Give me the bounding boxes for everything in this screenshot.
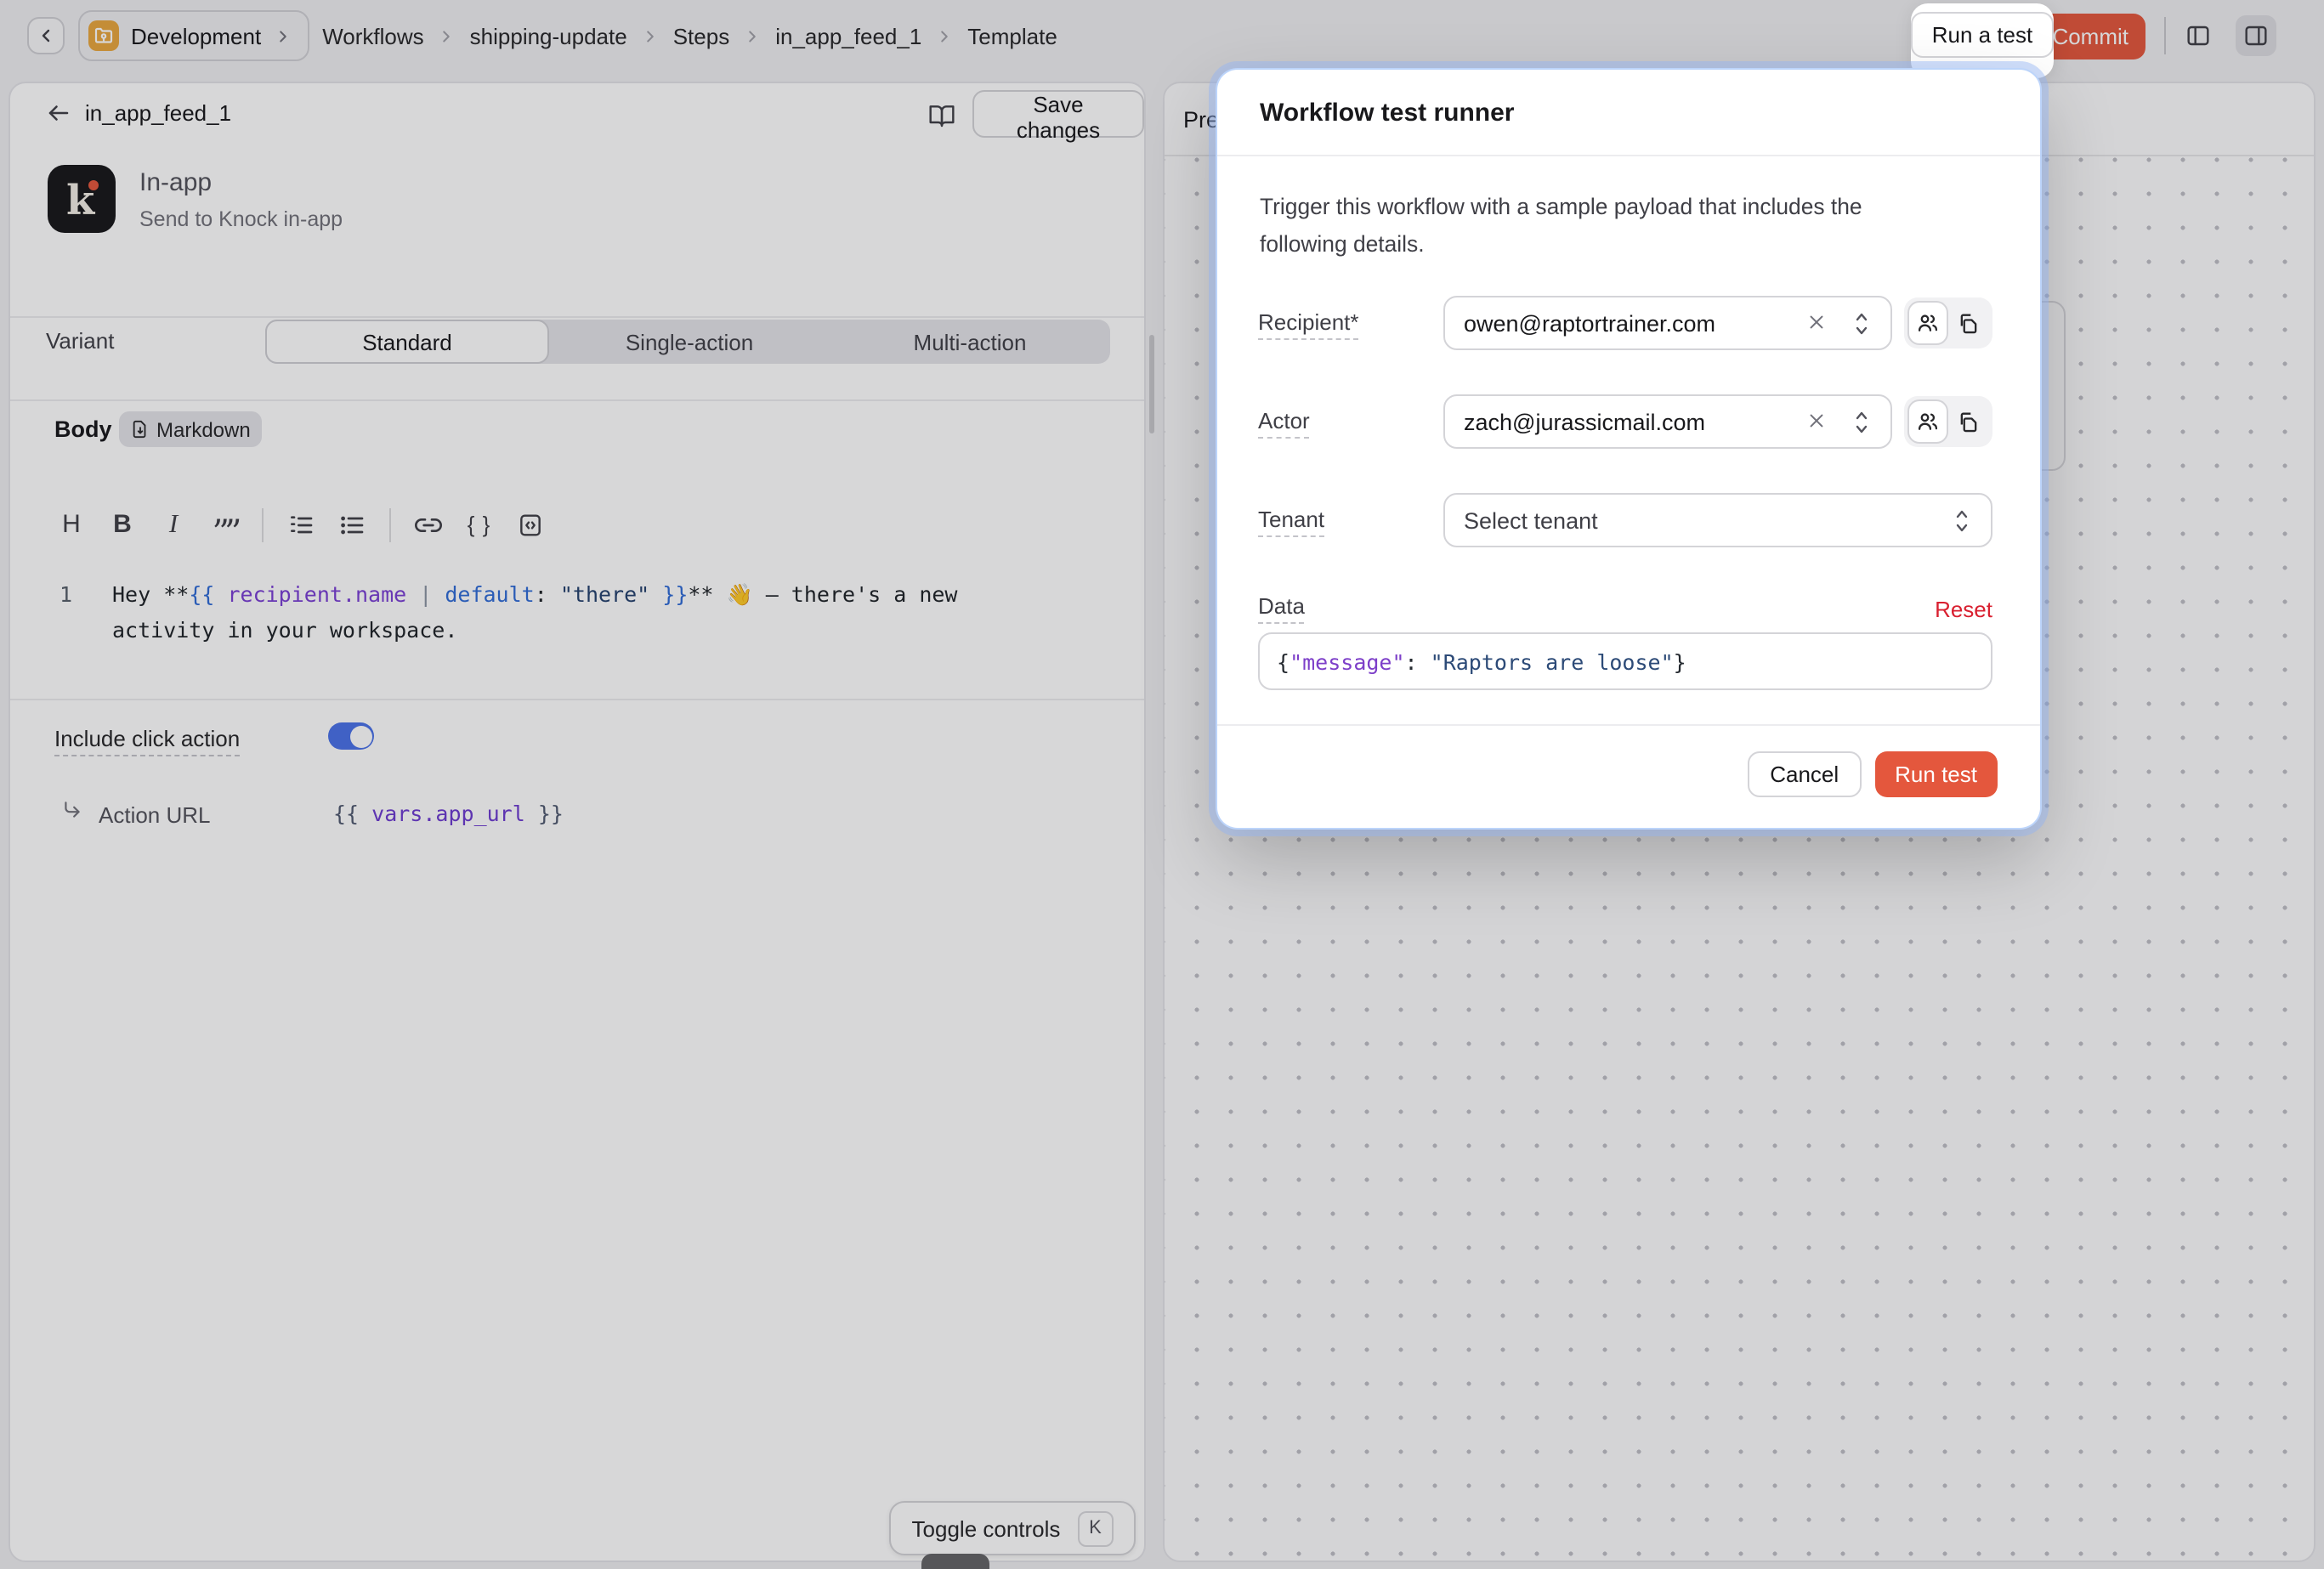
tenant-placeholder: Select tenant: [1464, 508, 1598, 534]
run-test-label: Run test: [1895, 762, 1977, 787]
recipient-row: Recipient* owen@raptortrainer.com: [1258, 296, 1992, 350]
copy-icon: [1957, 410, 1981, 433]
run-a-test-highlight: Run a test: [1911, 3, 2054, 78]
reset-link[interactable]: Reset: [1935, 597, 1992, 622]
modal-footer: Cancel Run test: [1748, 751, 1998, 797]
data-label: Data: [1258, 593, 1305, 624]
modal-title: Workflow test runner: [1260, 99, 1515, 127]
copy-icon: [1957, 311, 1981, 335]
modal-footer-divider: [1217, 724, 2040, 726]
recipient-mode-group: [1904, 297, 1992, 348]
clear-icon[interactable]: [1807, 411, 1826, 430]
copy-json-button[interactable]: [1948, 399, 1989, 444]
cancel-label: Cancel: [1770, 762, 1839, 787]
run-a-test-button[interactable]: Run a test: [1912, 12, 2054, 58]
actor-mode-group: [1904, 396, 1992, 447]
cancel-button[interactable]: Cancel: [1748, 751, 1861, 797]
tenant-select[interactable]: Select tenant: [1443, 493, 1992, 547]
chevrons-up-down-icon[interactable]: [1851, 311, 1872, 337]
data-label-row: Data Reset: [1258, 586, 1992, 624]
users-icon: [1916, 311, 1940, 335]
tenant-row: Tenant Select tenant: [1258, 493, 1992, 547]
tenant-label: Tenant: [1258, 507, 1324, 537]
copy-json-button[interactable]: [1948, 301, 1989, 345]
workflow-test-runner-modal: Workflow test runner Trigger this workfl…: [1217, 70, 2040, 828]
modal-header-divider: [1217, 155, 2040, 156]
clear-icon[interactable]: [1807, 313, 1826, 331]
actor-label: Actor: [1258, 408, 1310, 439]
run-a-test-label: Run a test: [1932, 22, 2033, 48]
chevrons-up-down-icon: [1952, 508, 1972, 534]
modal-description: Trigger this workflow with a sample payl…: [1260, 189, 1953, 263]
data-json-input[interactable]: {"message": "Raptors are loose"}: [1258, 632, 1992, 690]
user-picker-button[interactable]: [1907, 399, 1948, 444]
actor-row: Actor zach@jurassicmail.com: [1258, 394, 1992, 449]
actor-input[interactable]: zach@jurassicmail.com: [1443, 394, 1892, 449]
recipient-label: Recipient*: [1258, 309, 1359, 340]
user-picker-button[interactable]: [1907, 301, 1948, 345]
data-input-row: {"message": "Raptors are loose"}: [1258, 632, 1992, 690]
actor-value: zach@jurassicmail.com: [1464, 410, 1705, 435]
app-window: Development Workflows shipping-update St…: [0, 0, 2324, 1569]
recipient-value: owen@raptortrainer.com: [1464, 311, 1715, 337]
run-test-button[interactable]: Run test: [1874, 751, 1998, 797]
recipient-input[interactable]: owen@raptortrainer.com: [1443, 296, 1892, 350]
chevrons-up-down-icon[interactable]: [1851, 410, 1872, 435]
users-icon: [1916, 410, 1940, 433]
